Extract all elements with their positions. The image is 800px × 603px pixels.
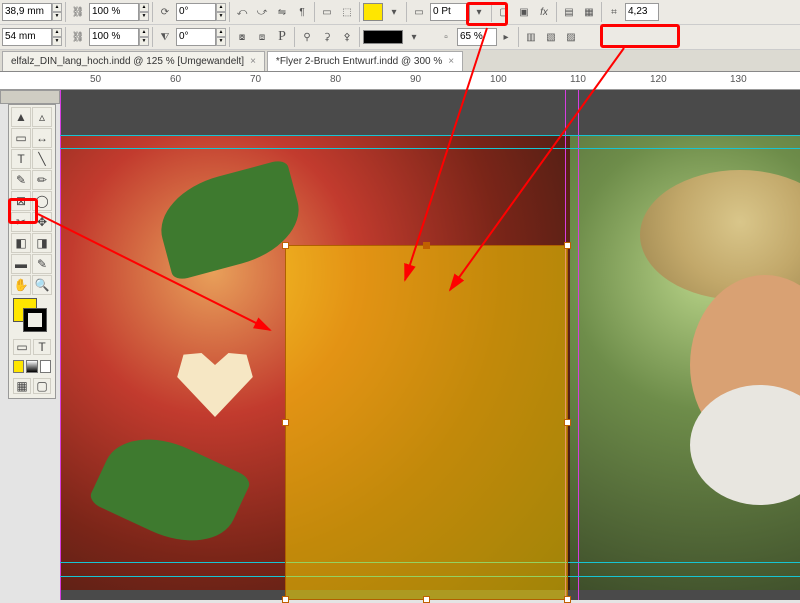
canvas[interactable] — [60, 90, 800, 600]
apply-gradient-icon[interactable] — [26, 360, 37, 373]
apply-none-icon[interactable] — [40, 360, 51, 373]
width-spin[interactable]: ▲▼ — [52, 3, 62, 21]
scissors-tool[interactable]: ✂ — [11, 212, 31, 232]
free-transform-tool[interactable]: ✥ — [32, 212, 52, 232]
fill-stroke-swatch[interactable] — [13, 298, 51, 334]
guide-vertical[interactable] — [60, 90, 61, 600]
rotate-cw-icon[interactable]: ⤻ — [253, 3, 271, 21]
gradient-swatch-tool[interactable]: ◧ — [11, 233, 31, 253]
tag-icon[interactable]: ▭ — [318, 3, 336, 21]
select-content-icon[interactable]: ⧇ — [233, 28, 251, 46]
stroke-color-swatch[interactable] — [23, 308, 47, 332]
crop-icon[interactable]: ⌗ — [605, 3, 623, 21]
rotate-field[interactable]: 0° — [176, 3, 216, 21]
page-tool[interactable]: ▭ — [11, 128, 31, 148]
hand-tool[interactable]: ✋ — [11, 275, 31, 295]
flip-h-icon[interactable]: ⇋ — [273, 3, 291, 21]
fill-dropdown[interactable]: ▾ — [385, 3, 403, 21]
anchor-b-icon[interactable]: ⚳ — [318, 28, 336, 46]
pencil-tool[interactable]: ✏ — [32, 170, 52, 190]
fx-icon[interactable]: fx — [535, 3, 553, 21]
constrain-icon[interactable]: ⛓ — [69, 3, 87, 21]
gradient-feather-tool[interactable]: ◨ — [32, 233, 52, 253]
anchor-c-icon[interactable]: ⚴ — [338, 28, 356, 46]
paragraph-icon[interactable]: ¶ — [293, 3, 311, 21]
opacity-mode-icon[interactable]: ▫ — [437, 28, 455, 46]
selection-handle[interactable] — [564, 419, 571, 426]
control-bar-row-2: 54 mm▲▼ ⛓ 100 %▲▼ ⧨ 0°▲▼ ⧇ ⧈ P ⚲ ⚳ ⚴ ▾ ▫… — [0, 25, 800, 50]
chain-icon[interactable]: ⬚ — [338, 3, 356, 21]
rotate-ccw-icon[interactable]: ⤺ — [233, 3, 251, 21]
selection-tool[interactable]: ▲ — [11, 107, 31, 127]
document-tab[interactable]: elfalz_DIN_lang_hoch.indd @ 125 % [Umgew… — [2, 51, 265, 71]
leaf-graphic — [88, 420, 253, 561]
wrap-2-icon[interactable]: ▦ — [580, 3, 598, 21]
constrain2-icon[interactable]: ⛓ — [69, 28, 87, 46]
wrap-1-icon[interactable]: ▤ — [560, 3, 578, 21]
extra-field[interactable]: 4,23 — [625, 3, 659, 21]
stroke-dropdown[interactable]: ▾ — [405, 28, 423, 46]
shear-icon: ⧨ — [156, 28, 174, 46]
stroke-weight-field[interactable]: 0 Pt — [430, 3, 470, 21]
horizontal-ruler[interactable]: 50 60 70 80 90 100 110 120 130 — [0, 72, 800, 90]
view-mode-preview[interactable]: ▢ — [33, 378, 51, 394]
selection-handle[interactable] — [564, 242, 571, 249]
scale-x-spin[interactable]: ▲▼ — [139, 3, 149, 21]
stroke-icon: ▭ — [410, 3, 428, 21]
scale-y-field[interactable]: 100 % — [89, 28, 139, 46]
gap-tool[interactable]: ↔ — [32, 128, 52, 148]
rotate-icon: ⟳ — [156, 3, 174, 21]
document-tabs: elfalz_DIN_lang_hoch.indd @ 125 % [Umgew… — [0, 50, 800, 72]
guide-vertical[interactable] — [578, 90, 579, 600]
formatting-text-icon[interactable]: T — [33, 339, 51, 355]
line-tool[interactable]: ╲ — [32, 149, 52, 169]
opacity-field[interactable]: 65 % — [457, 28, 497, 46]
close-icon[interactable]: × — [448, 56, 454, 67]
stroke-color-bar[interactable] — [363, 30, 403, 44]
shear-field[interactable]: 0° — [176, 28, 216, 46]
height-field[interactable]: 54 mm — [2, 28, 52, 46]
placed-image-man[interactable] — [570, 135, 800, 590]
type-tool[interactable]: T — [11, 149, 31, 169]
pen-tool[interactable]: ✎ — [11, 170, 31, 190]
p-icon[interactable]: P — [273, 28, 291, 46]
control-bar-row-1: 38,9 mm▲▼ ⛓ 100 %▲▼ ⟳ 0°▲▼ ⤺ ⤻ ⇋ ¶ ▭ ⬚ ▾… — [0, 0, 800, 25]
close-icon[interactable]: × — [250, 56, 256, 67]
heart-cutout — [170, 345, 260, 425]
rectangle-frame-tool[interactable]: ⊠ — [11, 191, 31, 211]
selection-handle[interactable] — [423, 242, 430, 249]
guide-horizontal[interactable] — [60, 148, 800, 149]
formatting-container-icon[interactable]: ▭ — [13, 339, 31, 355]
zoom-tool[interactable]: 🔍 — [32, 275, 52, 295]
scale-x-field[interactable]: 100 % — [89, 3, 139, 21]
wrap-5-icon[interactable]: ▨ — [562, 28, 580, 46]
width-field[interactable]: 38,9 mm — [2, 3, 52, 21]
guide-horizontal[interactable] — [60, 135, 800, 136]
selected-rectangle[interactable] — [285, 245, 568, 600]
document-tab-active[interactable]: *Flyer 2-Bruch Entwurf.indd @ 300 %× — [267, 51, 463, 71]
opacity-flyout[interactable]: ▸ — [497, 28, 515, 46]
selection-handle[interactable] — [282, 242, 289, 249]
anchor-a-icon[interactable]: ⚲ — [298, 28, 316, 46]
apply-color-icon[interactable] — [13, 360, 24, 373]
select-container-icon[interactable]: ⧈ — [253, 28, 271, 46]
wrap-4-icon[interactable]: ▧ — [542, 28, 560, 46]
eyedropper-tool[interactable]: ✎ — [32, 254, 52, 274]
tools-panel: ▲▵ ▭↔ T╲ ✎✏ ⊠◯ ✂✥ ◧◨ ▬✎ ✋🔍 ▭ T ▦ ▢ — [8, 104, 56, 399]
note-tool[interactable]: ▬ — [11, 254, 31, 274]
direct-selection-tool[interactable]: ▵ — [32, 107, 52, 127]
selection-handle[interactable] — [282, 419, 289, 426]
wrap-3-icon[interactable]: ▥ — [522, 28, 540, 46]
effects-a-icon[interactable]: ▢ — [495, 3, 513, 21]
ellipse-tool[interactable]: ◯ — [32, 191, 52, 211]
panel-grip[interactable] — [0, 90, 60, 104]
view-mode-normal[interactable]: ▦ — [13, 378, 31, 394]
effects-b-icon[interactable]: ▣ — [515, 3, 533, 21]
fill-swatch[interactable] — [363, 3, 383, 21]
